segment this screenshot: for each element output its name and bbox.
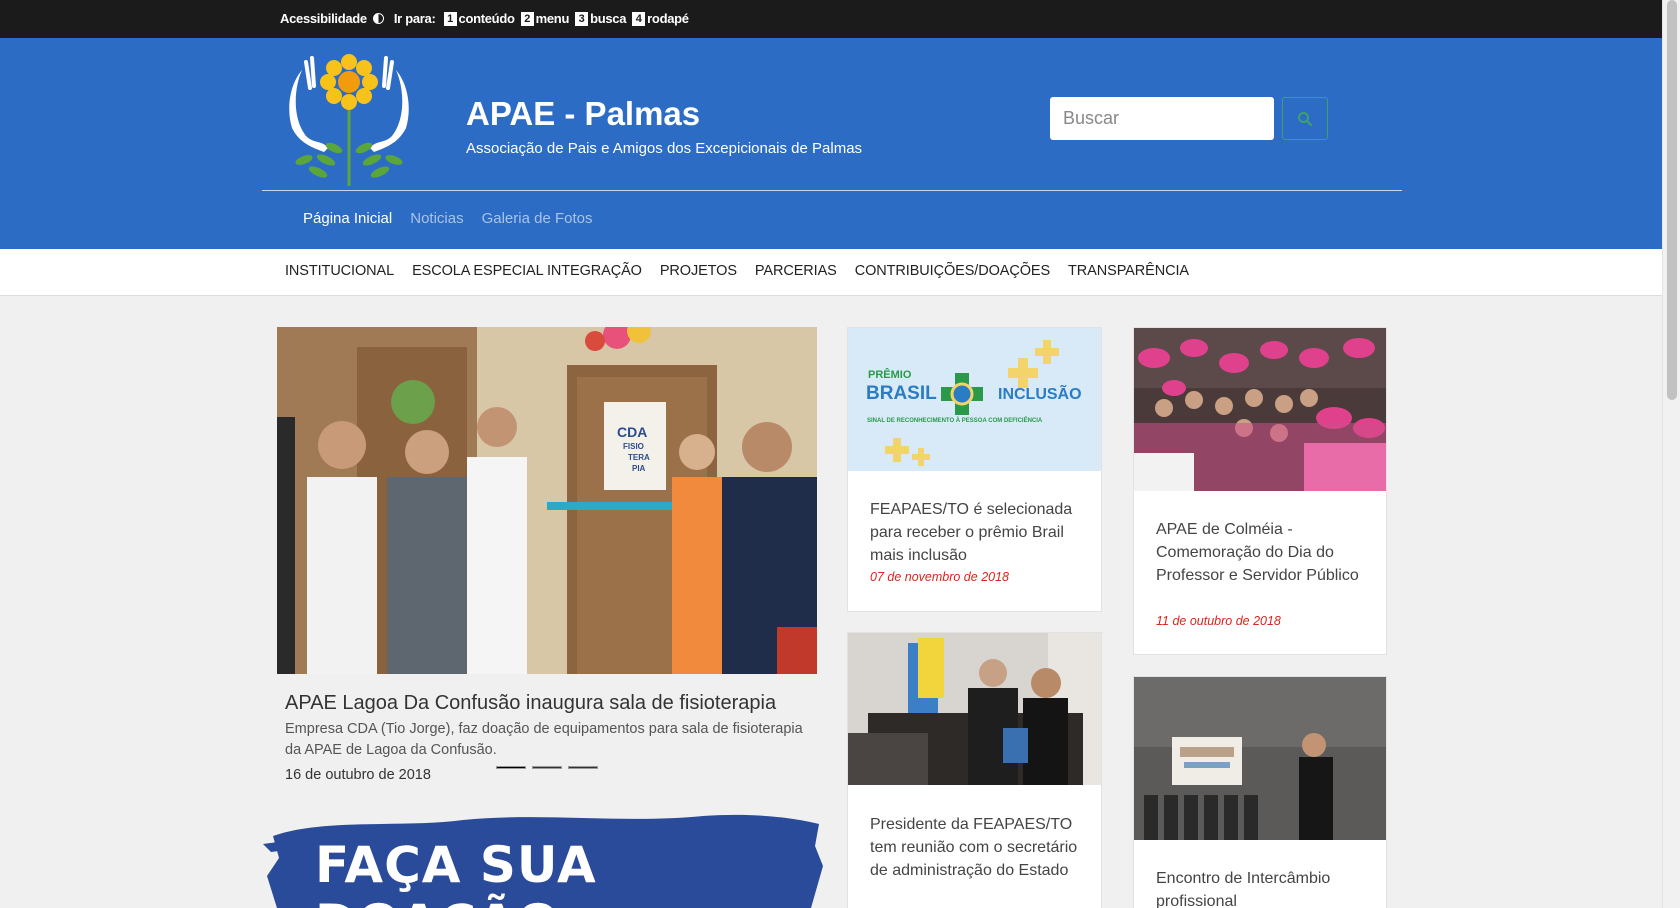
skip-to-menu[interactable]: 2 menu [520, 11, 569, 26]
accessibility-bar: Acessibilidade Ir para: 1 conteúdo 2 menu … [0, 0, 1662, 38]
news-card[interactable]: Encontro de Intercâmbio profissional [1133, 676, 1387, 908]
nav-parcerias[interactable]: PARCERIAS [755, 263, 837, 279]
skip-to-search[interactable]: 3 busca [575, 11, 626, 26]
search-icon [1298, 111, 1313, 126]
door-sign-tera: TERA [628, 453, 650, 462]
skip-to-footer[interactable]: 4 rodapé [632, 11, 689, 26]
brasil-label: BRASIL [866, 383, 937, 404]
featured-title[interactable]: APAE Lagoa Da Confusão inaugura sala de … [285, 692, 776, 715]
nav-transparencia[interactable]: TRANSPARÊNCIA [1068, 263, 1189, 279]
news-card-title[interactable]: Encontro de Intercâmbio profissional [1156, 867, 1371, 908]
inclusao-label: INCLUSÃO [998, 383, 1082, 403]
news-card-title[interactable]: Presidente da FEAPAES/TO tem reunião com… [870, 813, 1085, 882]
featured-description: Empresa CDA (Tio Jorge), faz doação de e… [285, 721, 803, 758]
news-card[interactable]: PRÊMIO BRASIL INCLUSÃO SINAL DE RECONHEC… [847, 327, 1102, 612]
premio-tagline: SINAL DE RECONHECIMENTO À PESSOA COM DEF… [867, 416, 1043, 424]
subnav-gallery[interactable]: Galeria de Fotos [482, 210, 593, 227]
search-input[interactable] [1050, 97, 1274, 140]
door-sign-cda: CDA [617, 424, 647, 440]
skip-to-content[interactable]: 1 conteúdo [443, 11, 515, 26]
news-card-image: PRÊMIO BRASIL INCLUSÃO SINAL DE RECONHEC… [848, 328, 1101, 471]
site-subtitle: Associação de Pais e Amigos dos Excepici… [466, 140, 863, 157]
news-card-image [848, 633, 1101, 785]
contrast-icon[interactable] [372, 13, 384, 24]
donate-text: FAÇA SUA DOAÇÃO [315, 836, 597, 908]
nav-contribuicoes[interactable]: CONTRIBUIÇÕES/DOAÇÕES [855, 263, 1050, 279]
apae-logo[interactable] [284, 48, 414, 188]
nav-institucional[interactable]: INSTITUCIONAL [285, 263, 394, 279]
featured-date: 16 de outubro de 2018 [285, 767, 431, 783]
news-card-title[interactable]: FEAPAES/TO é selecionada para receber o … [870, 498, 1085, 567]
accessibility-link[interactable]: Acessibilidade [280, 11, 367, 26]
sub-navigation: Página Inicial Noticias Galeria de Fotos [303, 210, 592, 227]
premio-label: PRÊMIO [868, 368, 912, 381]
main-navigation: INSTITUCIONAL ESCOLA ESPECIAL INTEGRAÇÃO… [0, 249, 1662, 296]
page-scrollbar[interactable] [1662, 0, 1680, 908]
subnav-home[interactable]: Página Inicial [303, 210, 392, 227]
donate-banner[interactable]: FAÇA SUA DOAÇÃO [263, 806, 823, 908]
search-button[interactable] [1282, 97, 1328, 140]
door-sign-pia: PIA [632, 464, 646, 473]
news-card-date: 07 de novembro de 2018 [870, 570, 1009, 584]
carousel-dot[interactable] [496, 766, 526, 769]
nav-projetos[interactable]: PROJETOS [660, 263, 737, 279]
news-card-date: 11 de outubro de 2018 [1156, 614, 1281, 628]
news-card-title[interactable]: APAE de Colméia - Comemoração do Dia do … [1156, 518, 1371, 587]
carousel-dot[interactable] [568, 766, 598, 769]
site-title[interactable]: APAE - Palmas [466, 95, 700, 133]
subnav-news[interactable]: Noticias [410, 210, 463, 227]
carousel-dot[interactable] [532, 766, 562, 769]
news-card[interactable]: APAE de Colméia - Comemoração do Dia do … [1133, 327, 1387, 655]
header-divider [262, 190, 1402, 191]
news-card-image [1134, 328, 1386, 491]
news-card[interactable]: Presidente da FEAPAES/TO tem reunião com… [847, 632, 1102, 908]
news-card-image [1134, 677, 1386, 840]
skip-label: Ir para: [393, 11, 436, 26]
site-header: APAE - Palmas Associação de Pais e Amigo… [0, 38, 1662, 249]
carousel-indicators [496, 766, 598, 769]
nav-escola[interactable]: ESCOLA ESPECIAL INTEGRAÇÃO [412, 263, 642, 279]
door-sign-fisio: FISIO [623, 442, 644, 451]
featured-image[interactable]: CDA FISIO TERA PIA [277, 327, 817, 674]
scrollbar-thumb[interactable] [1667, 0, 1677, 400]
